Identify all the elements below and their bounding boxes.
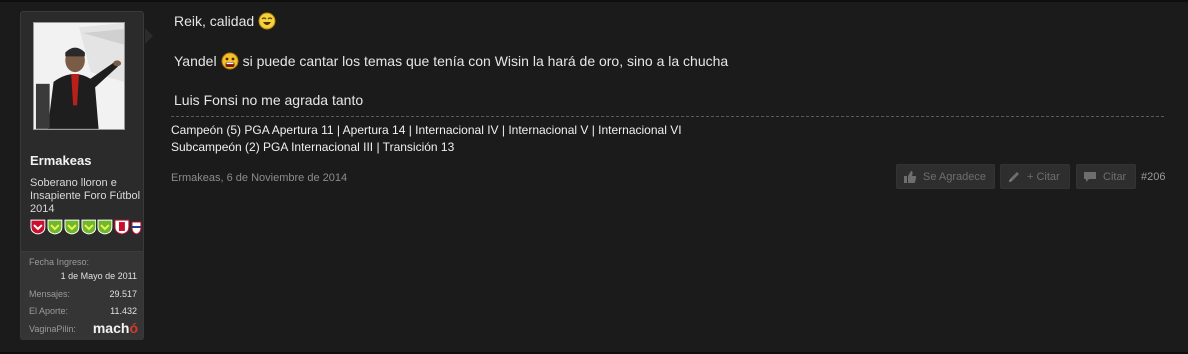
message-text: Luis Fonsi no me agrada tanto — [174, 92, 364, 108]
message-line: Luis Fonsi no me agrada tanto — [174, 92, 363, 108]
green-shield-badge-icon — [64, 219, 80, 235]
message-text: si puede cantar los temas que tenía con … — [242, 53, 729, 69]
avatar-image — [34, 23, 124, 129]
user-title: Soberano lloron e Insapiente Foro Fútbol… — [30, 177, 141, 215]
user-info-panel: Ermakeas Soberano lloron e Insapiente Fo… — [20, 11, 153, 340]
green-shield-badge-icon — [97, 219, 113, 235]
message-text: Yandel — [174, 53, 217, 69]
signature-divider — [171, 116, 1164, 117]
panel-pointer — [145, 28, 153, 44]
joined-label: Fecha Ingreso: — [29, 257, 90, 267]
joined-value: 1 de Mayo de 2011 — [60, 271, 137, 281]
signature-line: Subcampeón (2) PGA Internacional III | T… — [171, 140, 455, 154]
green-shield-badge-icon — [81, 219, 96, 235]
avatar[interactable] — [33, 22, 125, 130]
thumbs-up-icon — [904, 170, 917, 183]
username[interactable]: Ermakeas — [30, 153, 91, 168]
quote-label: Citar — [1103, 170, 1127, 183]
post-number[interactable]: #206 — [1141, 171, 1165, 183]
message-text: Reik, calidad — [174, 13, 255, 29]
posts-label: Mensajes: — [29, 289, 71, 299]
aporte-label: El Aporte: — [29, 306, 69, 316]
multiquote-button[interactable]: + Citar — [1000, 164, 1070, 189]
green-shield-badge-icon — [47, 219, 63, 235]
thanks-button[interactable]: Se Agradece — [896, 164, 995, 189]
post-date[interactable]: Ermakeas, 6 de Noviembre de 2014 — [171, 172, 347, 184]
user-stats: Fecha Ingreso: 1 de Mayo de 2011 Mensaje… — [21, 251, 143, 340]
striped-shield-badge-icon — [114, 219, 130, 235]
macho-logo-accent: ó — [129, 320, 138, 336]
message-line: Yandel si puede cantar los temas que ten… — [174, 52, 728, 70]
vaginapilin-label: VaginaPilin: — [29, 324, 76, 334]
multiquote-label: + Citar — [1027, 170, 1060, 183]
scream-emoji-icon — [221, 52, 239, 70]
speech-bubble-icon — [1084, 171, 1096, 182]
thanks-label: Se Agradece — [923, 170, 986, 183]
message-line: Reik, calidad — [174, 12, 276, 30]
aporte-value: 11.432 — [110, 306, 137, 316]
laugh-emoji-icon — [258, 12, 276, 30]
user-badges — [30, 219, 142, 237]
signature-line: Campeón (5) PGA Apertura 11 | Apertura 1… — [171, 123, 682, 137]
signature: Campeón (5) PGA Apertura 11 | Apertura 1… — [171, 122, 682, 156]
red-shield-badge-icon — [30, 219, 46, 235]
top-border — [0, 0, 1188, 2]
pencil-icon — [1009, 171, 1019, 182]
quote-button[interactable]: Citar — [1076, 164, 1136, 189]
small-shield-badge-icon — [131, 221, 142, 235]
posts-value: 29.517 — [109, 289, 137, 299]
macho-logo-main: mach — [92, 320, 130, 336]
macho-logo: machó — [93, 320, 138, 336]
